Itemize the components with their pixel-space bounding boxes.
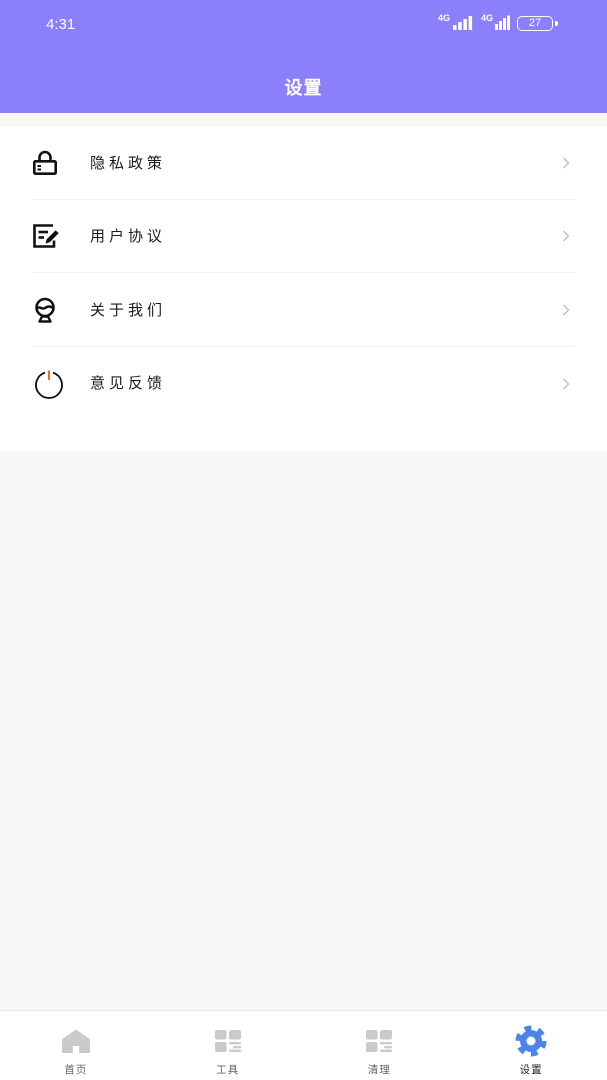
settings-item-user-agreement[interactable]: 用户协议 — [32, 200, 575, 273]
settings-item-label: 意见反馈 — [90, 375, 167, 392]
tab-label: 首页 — [64, 1064, 88, 1076]
settings-gear-icon — [514, 1025, 548, 1057]
signal-strength-icon — [495, 15, 510, 30]
battery-icon: 27 — [517, 16, 553, 31]
sim2-network-label: 4G — [481, 13, 494, 23]
settings-item-privacy-policy[interactable]: 隐私政策 — [32, 127, 575, 200]
page-title: 设置 — [284, 78, 323, 98]
home-icon — [59, 1025, 93, 1057]
sim1-network-label: 4G — [438, 13, 451, 23]
battery-nub — [555, 21, 558, 26]
settings-list: 隐私政策 用户协议 关于我们 意见反馈 — [0, 127, 607, 451]
chevron-right-icon — [563, 378, 570, 389]
settings-item-label: 关于我们 — [90, 302, 167, 319]
tab-label: 工具 — [216, 1064, 240, 1076]
agreement-edit-icon — [32, 220, 66, 252]
tab-label: 清理 — [367, 1064, 391, 1076]
chevron-right-icon — [563, 230, 570, 242]
tab-settings[interactable]: 设置 — [455, 1011, 607, 1080]
signal-strength-icon — [453, 16, 473, 30]
tab-tools[interactable]: 工具 — [152, 1011, 304, 1080]
battery-level: 27 — [528, 17, 542, 29]
tab-home[interactable]: 首页 — [0, 1011, 152, 1080]
settings-item-about-us[interactable]: 关于我们 — [32, 274, 575, 347]
top-bar: 4:31 4G 4G 27 设置 — [0, 0, 607, 113]
tab-clean[interactable]: 清理 — [304, 1011, 456, 1080]
about-us-icon — [32, 294, 66, 326]
status-time: 4:31 — [46, 16, 76, 33]
chevron-right-icon — [563, 304, 570, 316]
bottom-navigation: 首页 工具 清理 设置 — [0, 1010, 607, 1080]
settings-screen: 4:31 4G 4G 27 设置 隐私政策 用户协议 关于我们 意见反馈 首页 … — [0, 0, 607, 1080]
tools-grid-icon — [211, 1025, 245, 1057]
tab-label: 设置 — [519, 1064, 543, 1076]
chevron-right-icon — [563, 157, 570, 169]
settings-item-label: 隐私政策 — [90, 155, 167, 172]
settings-item-label: 用户协议 — [90, 228, 167, 245]
clean-grid-icon — [362, 1025, 396, 1057]
settings-item-feedback[interactable]: 意见反馈 — [32, 347, 575, 420]
power-feedback-icon — [32, 368, 66, 400]
lock-icon — [32, 147, 66, 179]
